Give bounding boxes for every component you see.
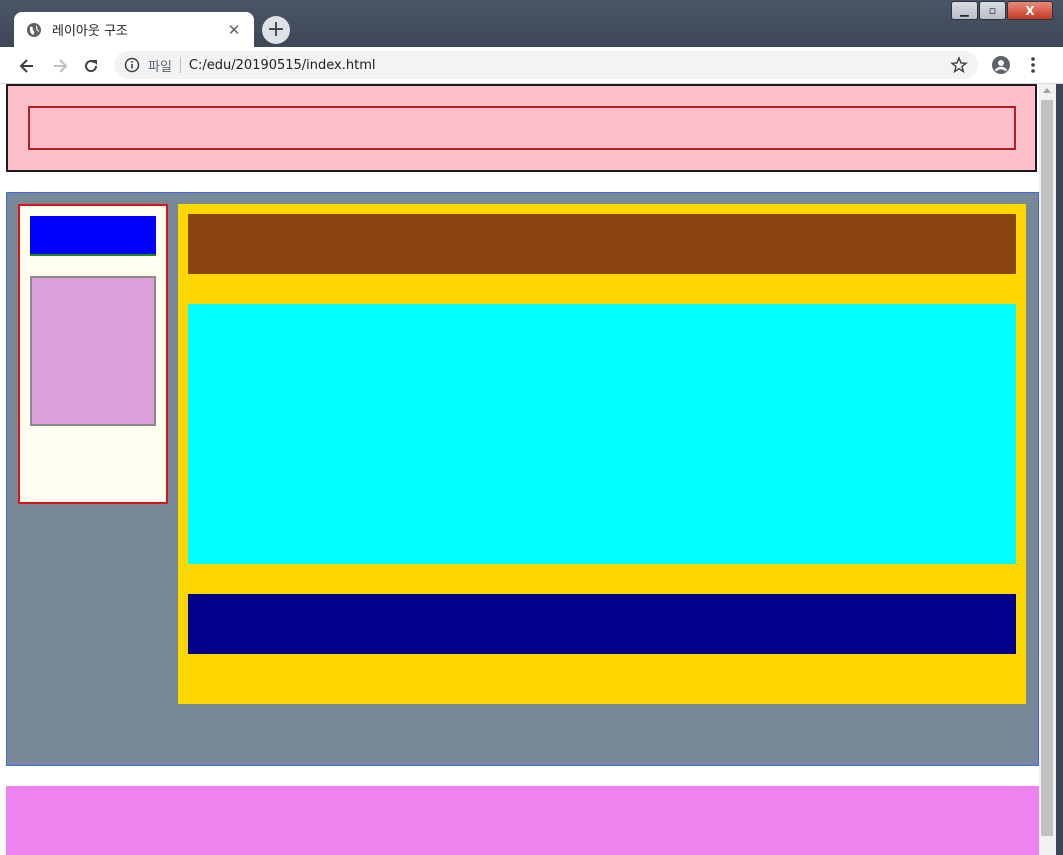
url-text[interactable]: C:/edu/20190515/index.html [189, 58, 376, 73]
address-bar[interactable]: 파일 C:/edu/20190515/index.html [114, 51, 978, 79]
browser-toolbar: 파일 C:/edu/20190515/index.html [0, 47, 1063, 84]
title-bar: 레이아웃 구조 ✕ + ▁ ▫ X [0, 0, 1063, 47]
tab-title: 레이아웃 구조 [52, 24, 128, 39]
minimize-button[interactable]: ▁ [951, 1, 978, 20]
maximize-icon: ▫ [988, 4, 997, 17]
back-arrow-icon [19, 59, 33, 73]
globe-icon [26, 22, 42, 38]
window-controls: ▁ ▫ X [950, 1, 1053, 20]
vertical-scrollbar[interactable] [1039, 84, 1056, 855]
reload-icon [85, 60, 98, 73]
menu-icon[interactable] [1026, 56, 1040, 74]
window-frame-right [1056, 84, 1063, 855]
scrollbar-thumb[interactable] [1041, 100, 1053, 836]
close-window-button[interactable]: X [1007, 1, 1053, 20]
section-middle-block [188, 304, 1016, 564]
section-bottom-block [188, 594, 1016, 654]
back-button[interactable] [16, 55, 38, 77]
minimize-icon: ▁ [960, 4, 969, 17]
aside-inner-block [30, 276, 156, 426]
address-separator [179, 57, 181, 73]
new-tab-button[interactable]: + [262, 16, 290, 44]
footer-block [6, 786, 1039, 855]
maximize-button[interactable]: ▫ [979, 1, 1006, 20]
aside-top-block [30, 216, 156, 256]
account-icon[interactable] [991, 55, 1011, 75]
tab-close-icon[interactable]: ✕ [226, 22, 242, 38]
scroll-up-arrow-icon[interactable] [1043, 88, 1051, 93]
browser-tab[interactable]: 레이아웃 구조 ✕ [14, 12, 254, 47]
forward-button[interactable] [49, 55, 71, 77]
info-icon[interactable] [124, 57, 140, 73]
header-inner-block [28, 106, 1016, 150]
reload-button[interactable] [80, 55, 102, 77]
forward-arrow-icon [54, 59, 68, 73]
star-icon[interactable] [950, 56, 968, 74]
section-top-block [188, 214, 1016, 274]
scheme-label: 파일 [148, 59, 172, 75]
close-icon: X [1025, 3, 1035, 18]
